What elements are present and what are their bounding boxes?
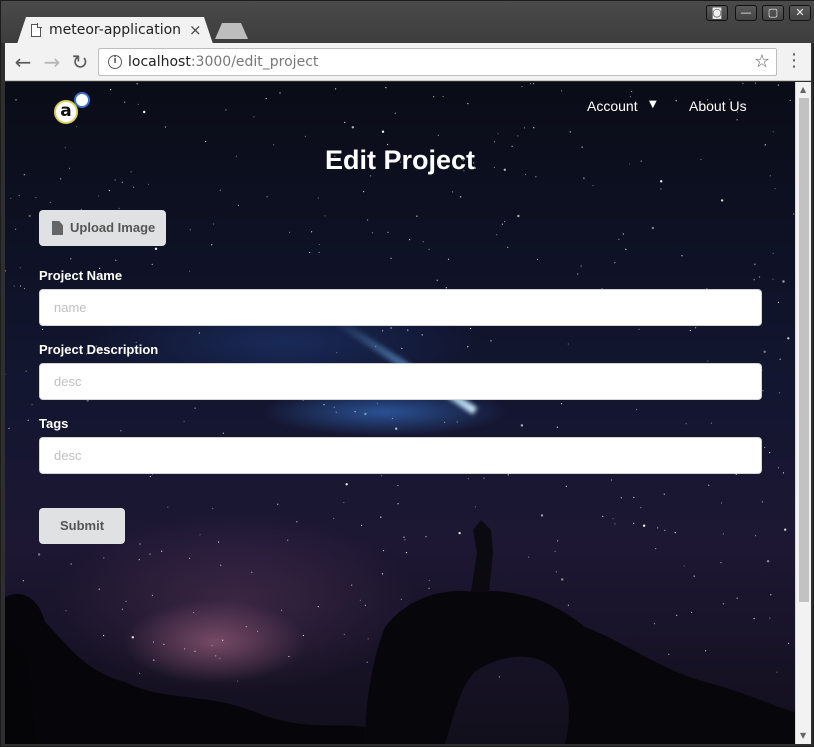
forward-arrow-icon[interactable]: → [39, 49, 65, 75]
url-path: :3000/edit_project [190, 54, 319, 70]
address-bar[interactable]: i localhost:3000/edit_project ☆ [98, 48, 777, 76]
maximize-button[interactable]: ▢ [762, 5, 784, 21]
nav-about-us-link[interactable]: About Us [689, 98, 747, 114]
new-tab-button[interactable] [215, 23, 248, 39]
submit-label: Submit [59, 518, 105, 533]
scrollbar-thumb[interactable] [799, 98, 809, 602]
page-favicon-icon [31, 23, 42, 37]
project-name-input[interactable] [39, 289, 762, 326]
logo-dot [74, 92, 90, 108]
tags-label: Tags [39, 416, 69, 431]
back-arrow-icon[interactable]: ← [10, 49, 36, 75]
title-bar: meteor-application × ◙ — ▢ ✕ [1, 1, 814, 44]
tab-title: meteor-application [49, 22, 182, 38]
rock-silhouette [5, 520, 795, 744]
scroll-down-icon[interactable]: ▼ [800, 731, 806, 740]
project-description-input[interactable] [39, 363, 762, 400]
tab-close-icon[interactable]: × [189, 21, 202, 39]
menu-dots-icon[interactable]: ⋮ [785, 51, 803, 73]
tags-input[interactable] [39, 437, 762, 474]
upload-image-label: Upload Image [70, 220, 156, 235]
browser-tab[interactable]: meteor-application × [17, 17, 213, 44]
project-description-label: Project Description [39, 342, 159, 357]
info-icon[interactable]: i [108, 55, 122, 69]
url-text: localhost:3000/edit_project [128, 54, 318, 70]
bookmark-star-icon[interactable]: ☆ [754, 51, 770, 72]
close-window-button[interactable]: ✕ [789, 5, 811, 21]
caret-down-icon[interactable]: ▼ [649, 99, 657, 110]
minimize-button[interactable]: — [735, 5, 757, 21]
browser-toolbar: ← → ↻ i localhost:3000/edit_project ☆ ⋮ [5, 43, 811, 81]
scroll-up-icon[interactable]: ▲ [800, 85, 806, 94]
upload-image-button[interactable]: Upload Image [39, 210, 166, 246]
page-viewport: a Account ▼ About Us Edit Project Upload… [5, 82, 795, 744]
submit-button[interactable]: Submit [39, 508, 125, 544]
vertical-scrollbar[interactable]: ▲ ▼ [795, 82, 811, 744]
nav-account-menu[interactable]: Account [587, 98, 638, 114]
url-host: localhost [128, 54, 191, 70]
page-title: Edit Project [324, 145, 476, 175]
browser-window: meteor-application × ◙ — ▢ ✕ ← → ↻ i loc… [0, 0, 814, 747]
reload-icon[interactable]: ↻ [67, 49, 93, 75]
project-name-label: Project Name [39, 268, 123, 283]
profile-button[interactable]: ◙ [706, 5, 728, 21]
file-icon [52, 221, 63, 235]
app-logo[interactable]: a [54, 92, 96, 124]
